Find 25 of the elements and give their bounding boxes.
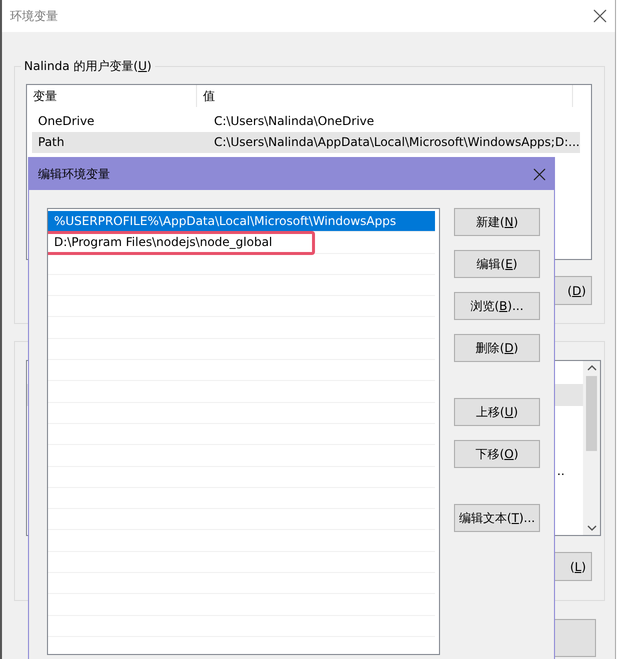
- close-icon[interactable]: [593, 9, 607, 23]
- scrollbar-thumb[interactable]: [586, 376, 597, 451]
- dialog-button[interactable]: 编辑(E): [454, 250, 540, 278]
- table-cell-text: C:\Users\Nalinda\OneDrive: [213, 113, 376, 130]
- table-row[interactable]: OneDrive C:\Users\Nalinda\OneDrive: [32, 111, 580, 132]
- close-icon[interactable]: [533, 168, 546, 180]
- table-cell-text: OneDrive: [37, 113, 96, 130]
- table-cell-text: Path: [37, 134, 66, 151]
- list-item[interactable]: D:\Program Files\nodejs\node_global: [48, 232, 435, 254]
- dialog-button[interactable]: 浏览(B)...: [454, 292, 540, 320]
- dialog-button[interactable]: 新建(N): [454, 208, 540, 236]
- column-header[interactable]: 值: [197, 85, 573, 107]
- dialog-button[interactable]: 编辑文本(T)...: [454, 504, 540, 532]
- dialog-title: 编辑环境变量: [38, 166, 110, 182]
- table-cell: ..: [557, 464, 565, 478]
- list-item[interactable]: %USERPROFILE%\AppData\Local\Microsoft\WindowsApps: [48, 211, 435, 232]
- dialog-button[interactable]: 上移(U): [454, 398, 540, 426]
- table-row[interactable]: Path C:\Users\Nalinda\AppData\Local\Microsoft\WindowsApps;D:...: [32, 132, 580, 153]
- window-title: 环境变量: [10, 8, 58, 24]
- table-cell-text: C:\Users\Nalinda\AppData\Local\Microsoft\WindowsApps;D:...: [213, 134, 580, 151]
- column-header[interactable]: 变量: [27, 85, 197, 107]
- dialog-button[interactable]: 删除(D): [454, 334, 540, 362]
- group-label: Nalinda 的用户变量(U): [21, 58, 155, 74]
- dialog-button[interactable]: 下移(O): [454, 440, 540, 468]
- scrollbar[interactable]: [583, 361, 600, 535]
